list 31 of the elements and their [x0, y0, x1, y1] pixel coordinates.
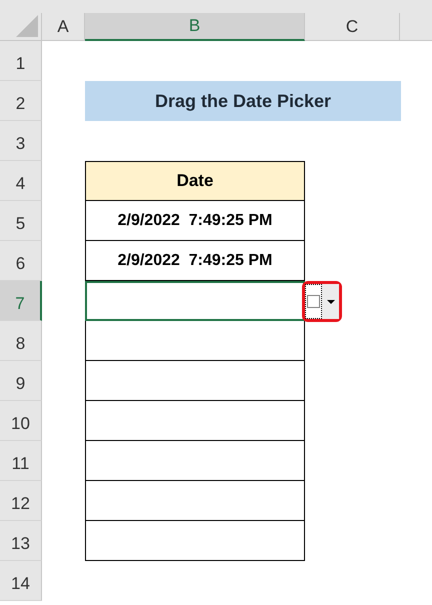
title-cell: Drag the Date Picker	[85, 81, 401, 121]
table-cell[interactable]	[85, 441, 305, 481]
dropdown-arrow-icon[interactable]	[326, 300, 334, 304]
table-cell[interactable]	[85, 361, 305, 401]
table-cell[interactable]	[85, 321, 305, 361]
date-picker-control[interactable]	[302, 281, 342, 322]
table-cell[interactable]: 2/9/2022 7:49:25 PM	[85, 241, 305, 281]
row-header[interactable]: 2	[0, 81, 42, 121]
row-header[interactable]: 11	[0, 441, 42, 481]
row-header[interactable]: 10	[0, 401, 42, 441]
table-cell[interactable]	[85, 521, 305, 561]
checkbox[interactable]	[307, 295, 320, 308]
row-header[interactable]: 1	[0, 41, 42, 81]
row-header[interactable]: 5	[0, 201, 42, 241]
row-header[interactable]: 3	[0, 121, 42, 161]
row-header[interactable]: 13	[0, 521, 42, 561]
column-header[interactable]: A	[42, 13, 85, 41]
column-header[interactable]: C	[305, 13, 400, 41]
table-header-cell: Date	[85, 161, 305, 201]
table-cell[interactable]	[85, 401, 305, 441]
table-cell[interactable]	[85, 281, 305, 321]
row-header[interactable]: 12	[0, 481, 42, 521]
row-header[interactable]: 14	[0, 561, 42, 601]
column-header[interactable]: B	[85, 13, 305, 41]
row-header[interactable]: 6	[0, 241, 42, 281]
row-header[interactable]: 9	[0, 361, 42, 401]
table-cell[interactable]	[85, 481, 305, 521]
table-cell[interactable]: 2/9/2022 7:49:25 PM	[85, 201, 305, 241]
row-header[interactable]: 7	[0, 281, 42, 321]
row-header[interactable]: 4	[0, 161, 42, 201]
row-header[interactable]: 8	[0, 321, 42, 361]
